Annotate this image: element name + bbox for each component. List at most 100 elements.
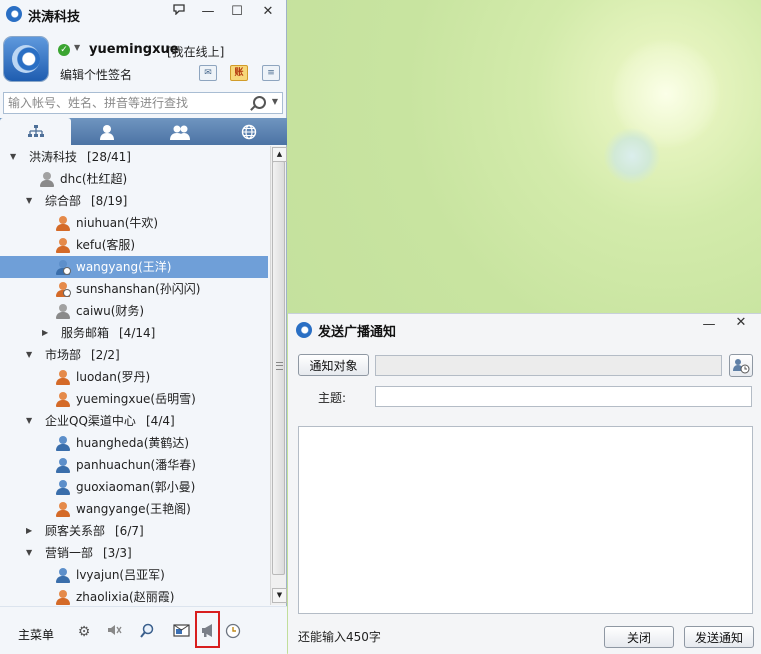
collapse-caret-icon[interactable]: ▶	[42, 322, 48, 344]
group-count: [4/14]	[119, 326, 156, 340]
contact-item[interactable]: huangheda(黄鹤达)	[0, 432, 268, 454]
contact-name: kefu(客服)	[76, 238, 136, 252]
message-body-textarea[interactable]	[298, 426, 753, 614]
user-icon	[56, 238, 70, 253]
contact-name: lvyajun(吕亚军)	[76, 568, 165, 582]
contact-item[interactable]: lvyajun(吕亚军)	[0, 564, 268, 586]
search-box: ▼	[3, 92, 283, 114]
contact-item[interactable]: sunshanshan(孙闪闪)	[0, 278, 268, 300]
expand-caret-icon[interactable]: ▼	[10, 146, 16, 168]
tab-internet[interactable]	[213, 118, 284, 145]
expand-caret-icon[interactable]: ▼	[26, 344, 32, 366]
user-icon	[56, 590, 70, 605]
tree-group[interactable]: ▼ 营销一部 [3/3]	[0, 542, 268, 564]
status-dropdown-icon[interactable]: ▼	[74, 43, 80, 52]
search-input[interactable]	[8, 95, 248, 111]
expand-caret-icon[interactable]: ▼	[26, 190, 32, 212]
scroll-thumb[interactable]	[272, 161, 285, 575]
contact-item[interactable]: yuemingxue(岳明雪)	[0, 388, 268, 410]
avatar[interactable]	[4, 37, 48, 81]
contact-item[interactable]: kefu(客服)	[0, 234, 268, 256]
tree-group[interactable]: ▼ 洪涛科技 [28/41]	[0, 146, 268, 168]
dialog-close-icon[interactable]: ✕	[730, 314, 752, 332]
user-away-icon	[56, 260, 71, 275]
close-button[interactable]: ✕	[257, 3, 279, 21]
online-status-text: [我在线上]	[167, 45, 225, 59]
contact-item[interactable]: guoxiaoman(郭小曼)	[0, 476, 268, 498]
user-icon	[56, 568, 70, 583]
search-icon[interactable]	[253, 96, 266, 109]
tab-contacts[interactable]	[71, 118, 142, 145]
main-menu-button[interactable]: 主菜单	[18, 626, 54, 643]
remaining-chars-label: 还能输入450字	[298, 630, 381, 644]
notify-target-button[interactable]: 通知对象	[298, 354, 369, 376]
tree-group[interactable]: ▶ 顾客关系部 [6/7]	[0, 520, 268, 542]
group-count: [28/41]	[87, 150, 131, 164]
close-button[interactable]: 关闭	[604, 626, 674, 648]
contact-name: niuhuan(牛欢)	[76, 216, 159, 230]
contact-name: panhuachun(潘华春)	[76, 458, 196, 472]
contact-item[interactable]: dhc(杜红超)	[0, 168, 268, 190]
group-count: [8/19]	[91, 194, 128, 208]
tree-scrollbar[interactable]: ▲ ▼	[270, 146, 287, 605]
tree-group[interactable]: ▼ 企业QQ渠道中心 [4/4]	[0, 410, 268, 432]
online-status-icon[interactable]: ✓	[58, 44, 70, 56]
collapse-caret-icon[interactable]: ▶	[26, 520, 32, 542]
app-logo-icon	[6, 6, 22, 22]
account-icon[interactable]: 账	[230, 65, 248, 81]
tab-organization[interactable]	[0, 118, 71, 145]
group-count: [4/4]	[146, 414, 175, 428]
user-icon	[56, 436, 70, 451]
contact-item[interactable]: zhaolixia(赵丽霞)	[0, 586, 268, 605]
internet-icon	[241, 124, 257, 140]
dialog-minimize-button[interactable]: —	[698, 316, 720, 334]
group-name: 综合部	[45, 194, 82, 208]
group-count: [3/3]	[103, 546, 132, 560]
search-magnifier-icon[interactable]	[138, 623, 156, 641]
notify-target-field[interactable]	[375, 355, 722, 376]
search-dropdown-icon[interactable]: ▼	[272, 97, 278, 106]
subject-input[interactable]	[375, 386, 752, 407]
speaker-icon[interactable]	[106, 623, 124, 641]
scroll-down-button[interactable]: ▼	[272, 588, 287, 603]
select-contacts-button[interactable]	[729, 354, 753, 377]
mail-icon[interactable]: ✉	[199, 65, 217, 81]
tree-group[interactable]: ▶ 服务邮箱 [4/14]	[0, 322, 268, 344]
feedback-icon[interactable]	[168, 3, 190, 21]
contact-item[interactable]: wangyange(王艳阁)	[0, 498, 268, 520]
user-icon	[56, 480, 70, 495]
maximize-button[interactable]: ☐	[226, 3, 248, 21]
message-box-icon[interactable]: ≡	[262, 65, 280, 81]
contact-picker-icon	[733, 359, 750, 374]
group-name: 市场部	[45, 348, 82, 362]
group-icon	[170, 125, 190, 140]
tab-groups[interactable]	[142, 118, 213, 145]
contact-name: dhc(杜红超)	[60, 172, 128, 186]
expand-caret-icon[interactable]: ▼	[26, 542, 32, 564]
contact-item[interactable]: panhuachun(潘华春)	[0, 454, 268, 476]
contact-item[interactable]: wangyang(王洋)	[0, 256, 268, 278]
scroll-up-button[interactable]: ▲	[272, 147, 287, 162]
subject-label: 主题:	[318, 391, 347, 405]
contact-item[interactable]: luodan(罗丹)	[0, 366, 268, 388]
main-window: 洪涛科技 — ☐ ✕ ✓ ▼ yuemingxue [我在线上] 编辑个性签名 …	[0, 0, 287, 654]
contact-item[interactable]: caiwu(财务)	[0, 300, 268, 322]
username: yuemingxue	[89, 42, 179, 57]
contact-name: huangheda(黄鹤达)	[76, 436, 190, 450]
title-bar[interactable]: 洪涛科技 — ☐ ✕	[0, 0, 287, 29]
tree-group[interactable]: ▼ 市场部 [2/2]	[0, 344, 268, 366]
user-icon	[56, 304, 70, 319]
contact-item[interactable]: niuhuan(牛欢)	[0, 212, 268, 234]
expand-caret-icon[interactable]: ▼	[26, 410, 32, 432]
history-clock-icon[interactable]	[224, 623, 242, 641]
settings-gear-icon[interactable]: ⚙	[75, 623, 93, 641]
message-box-icon[interactable]	[172, 623, 190, 641]
signature-edit[interactable]: 编辑个性签名	[60, 66, 132, 83]
user-icon	[56, 458, 70, 473]
group-name: 洪涛科技	[29, 150, 78, 164]
contact-name: wangyang(王洋)	[76, 260, 172, 274]
minimize-button[interactable]: —	[197, 3, 219, 21]
send-notification-button[interactable]: 发送通知	[684, 626, 754, 648]
background-bokeh	[604, 128, 660, 184]
tree-group[interactable]: ▼ 综合部 [8/19]	[0, 190, 268, 212]
